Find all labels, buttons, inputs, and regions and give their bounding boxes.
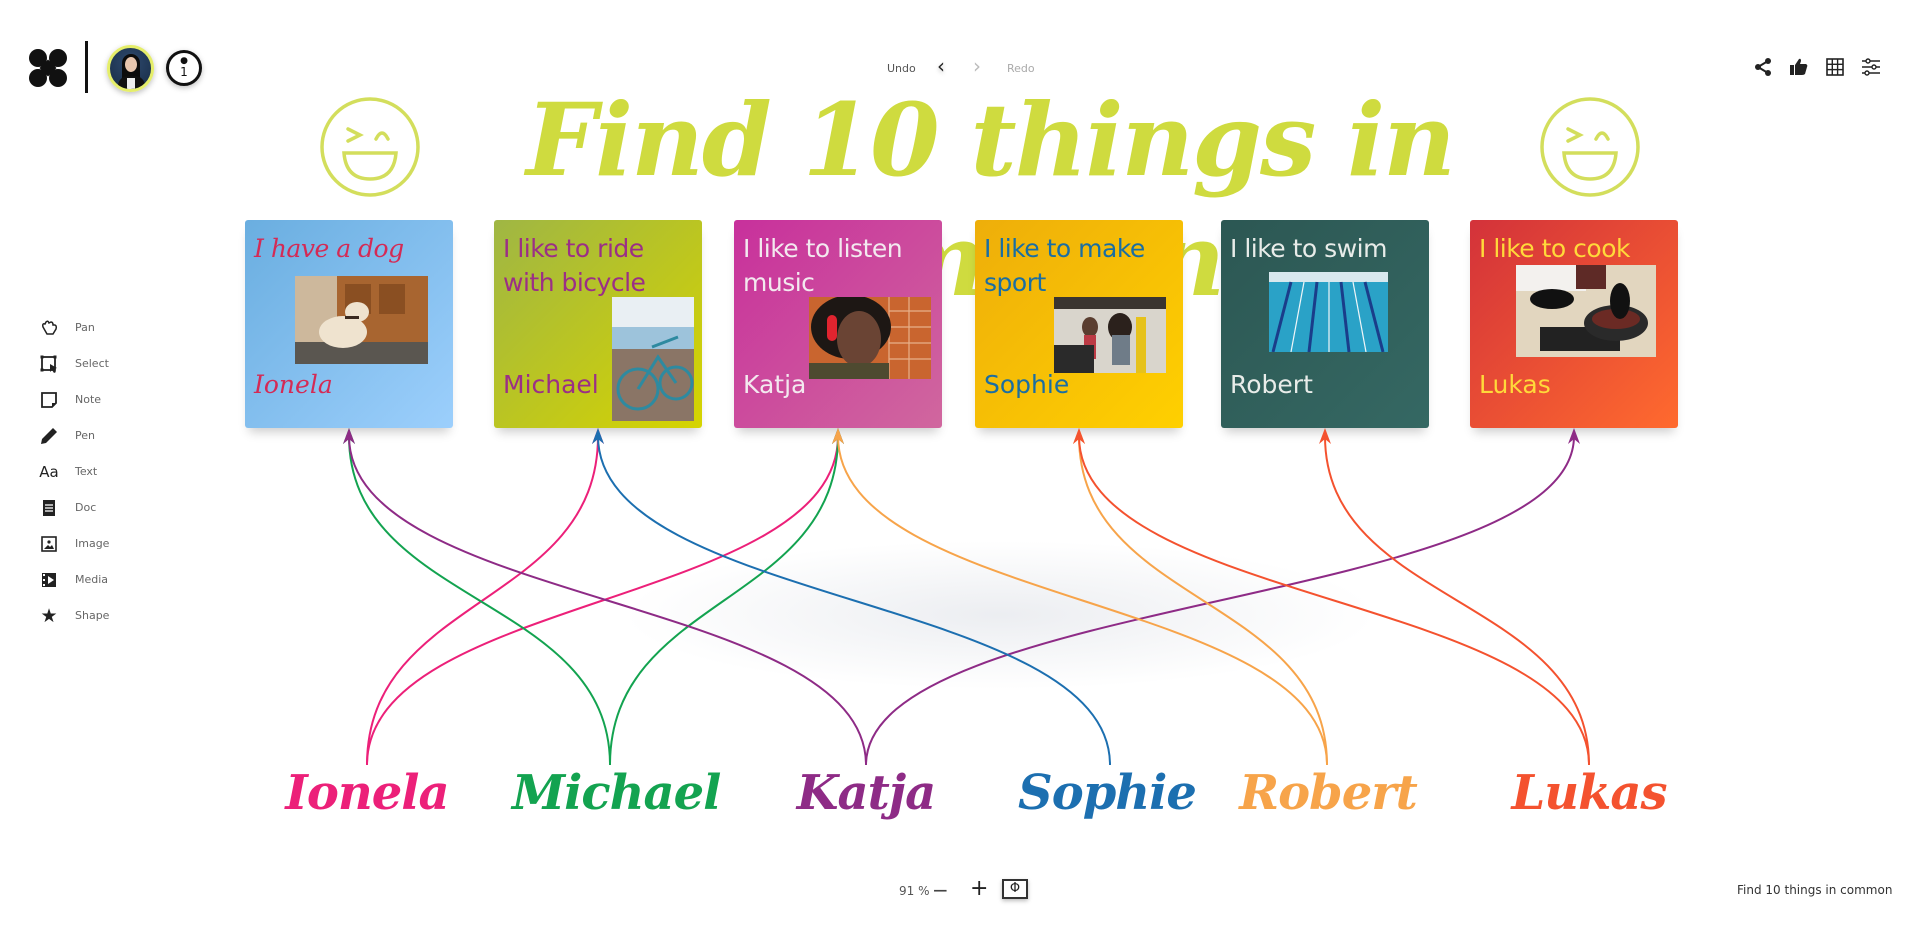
card-text: I like to listen music	[743, 234, 903, 297]
canvas-shadow	[620, 540, 1380, 690]
connector-ionela-to-michael[interactable]	[366, 435, 599, 766]
hand-icon	[42, 320, 58, 335]
tool-label: Pan	[75, 321, 95, 334]
board-name-label: Find 10 things in common	[1737, 883, 1893, 897]
laughing-smiley-icon[interactable]	[1538, 95, 1642, 199]
tool-image[interactable]: Image	[38, 532, 138, 556]
gym-photo[interactable]	[1054, 297, 1166, 373]
tool-label: Note	[75, 393, 102, 406]
tool-media[interactable]: Media	[38, 568, 138, 592]
laughing-smiley-icon[interactable]	[318, 95, 422, 199]
header-divider	[85, 41, 88, 93]
note-icon	[41, 392, 57, 408]
tool-select[interactable]: Select	[38, 352, 138, 376]
tool-text[interactable]: Aa Text	[38, 460, 138, 484]
undo-button[interactable]: ‹	[930, 56, 952, 78]
note-card-katja[interactable]: I like to listen music Katja	[734, 220, 942, 428]
note-card-robert[interactable]: I like to swim Robert	[1221, 220, 1429, 428]
card-author: Sophie	[984, 370, 1070, 399]
person-name-robert[interactable]: Robert	[1228, 763, 1428, 823]
arrowhead-icon	[1319, 428, 1331, 444]
card-author: Michael	[503, 370, 599, 399]
undo-label: Undo	[887, 62, 916, 75]
arrowhead-icon	[832, 428, 844, 444]
online-users-badge[interactable]: ● 1	[166, 50, 202, 86]
arrowhead-icon	[832, 428, 844, 444]
grid-icon[interactable]	[1824, 56, 1846, 78]
tool-shape[interactable]: ★ Shape	[38, 604, 138, 628]
arrowhead-icon	[1568, 428, 1580, 444]
person-name-sophie[interactable]: Sophie	[1007, 763, 1207, 823]
thumbs-up-icon[interactable]	[1788, 56, 1810, 78]
tool-label: Shape	[75, 609, 110, 622]
connector-michael-to-ionela[interactable]	[348, 435, 611, 766]
tool-note[interactable]: Note	[38, 388, 138, 412]
tool-doc[interactable]: Doc	[38, 496, 138, 520]
swimming-pool-photo[interactable]	[1269, 272, 1388, 352]
person-name-katja[interactable]: Katja	[766, 763, 966, 823]
image-icon	[41, 536, 57, 552]
card-text: I have a dog	[254, 234, 404, 263]
zoom-out-button[interactable]: −	[932, 878, 949, 902]
redo-button[interactable]: ›	[966, 56, 988, 78]
pen-icon	[41, 428, 57, 444]
card-text: I like to cook	[1479, 234, 1630, 263]
tool-label: Media	[75, 573, 109, 586]
bicycle-photo[interactable]	[612, 297, 694, 421]
note-card-lukas[interactable]: I like to cook Lukas	[1470, 220, 1678, 428]
clover-logo-icon[interactable]	[28, 48, 68, 88]
arrowhead-icon	[832, 428, 844, 444]
user-avatar[interactable]	[107, 45, 154, 92]
share-icon[interactable]	[1752, 56, 1774, 78]
card-text: I like to swim	[1230, 234, 1387, 263]
card-author: Lukas	[1479, 370, 1551, 399]
arrowhead-icon	[343, 428, 355, 444]
whiteboard-canvas[interactable]: ● 1 Undo ‹ › Redo Pan Select Note Pen Aa…	[0, 0, 1908, 929]
arrowhead-icon	[592, 428, 604, 444]
tool-label: Text	[75, 465, 98, 478]
text-icon: Aa	[39, 463, 59, 481]
doc-icon	[43, 500, 55, 516]
card-text: I like to ride with bicycle	[503, 234, 646, 297]
arrowhead-icon	[592, 428, 604, 444]
note-card-ionela[interactable]: I have a dog Ionela	[245, 220, 453, 428]
card-author: Ionela	[254, 370, 333, 399]
note-card-michael[interactable]: I like to ride with bicycle Michael	[494, 220, 702, 428]
person-name-lukas[interactable]: Lukas	[1489, 763, 1689, 823]
online-users-count: 1	[180, 65, 188, 79]
tool-label: Select	[75, 357, 109, 370]
fit-to-screen-button[interactable]: Φ	[1002, 879, 1028, 899]
headphones-photo[interactable]	[809, 297, 931, 379]
settings-sliders-icon[interactable]	[1860, 56, 1882, 78]
select-icon	[40, 355, 57, 373]
note-card-sophie[interactable]: I like to make sport Sophie	[975, 220, 1183, 428]
person-name-ionela[interactable]: Ionela	[267, 763, 467, 823]
media-icon	[42, 573, 56, 587]
arrowhead-icon	[1073, 428, 1085, 444]
person-name-michael[interactable]: Michael	[512, 763, 721, 823]
redo-label: Redo	[1007, 62, 1035, 75]
card-author: Katja	[743, 370, 807, 399]
zoom-level: 91 %	[899, 884, 930, 898]
tool-label: Doc	[75, 501, 97, 514]
card-author: Robert	[1230, 370, 1313, 399]
cooking-photo[interactable]	[1516, 265, 1656, 357]
tool-label: Pen	[75, 429, 95, 442]
arrowhead-icon	[1073, 428, 1085, 444]
dog-photo[interactable]	[295, 276, 428, 364]
tool-label: Image	[75, 537, 110, 550]
tool-pen[interactable]: Pen	[38, 424, 138, 448]
star-icon: ★	[40, 605, 58, 627]
arrowhead-icon	[343, 428, 355, 444]
zoom-in-button[interactable]: +	[970, 876, 988, 901]
card-text: I like to make sport	[984, 234, 1145, 297]
tool-pan[interactable]: Pan	[38, 316, 138, 340]
